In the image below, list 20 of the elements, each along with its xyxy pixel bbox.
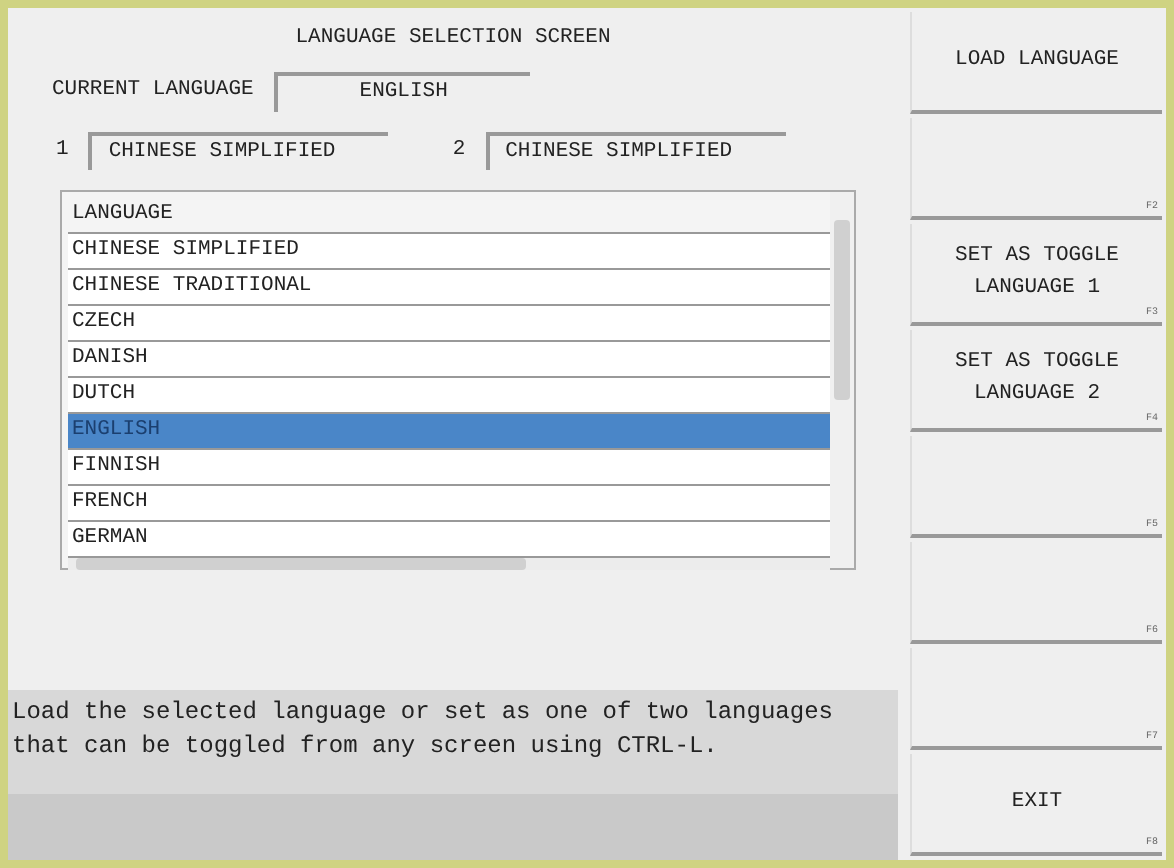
list-row[interactable]: CZECH xyxy=(68,306,830,343)
current-language-field: ENGLISH xyxy=(273,71,530,111)
screen-title: LANGUAGE SELECTION SCREEN xyxy=(295,26,611,50)
horizontal-scrollbar[interactable] xyxy=(68,558,830,571)
list-row[interactable]: DANISH xyxy=(68,342,830,379)
list-row[interactable]: CHINESE SIMPLIFIED xyxy=(68,234,830,271)
toggle-number: 1 xyxy=(56,135,69,165)
list-row[interactable]: FINNISH xyxy=(68,450,830,487)
function-key-button[interactable]: LOAD LANGUAGE xyxy=(910,12,1162,114)
list-row[interactable]: FRENCH xyxy=(68,486,830,523)
toggle-number: 2 xyxy=(452,135,466,165)
list-row[interactable]: GERMAN xyxy=(68,522,830,559)
vertical-scrollbar[interactable] xyxy=(830,192,854,569)
status-message: Load the selected language or set as one of two languages that can be toggled from any screen using CTRL-L. xyxy=(8,690,898,794)
toggle-language-field: CHINESE SIMPLIFIED xyxy=(88,131,389,171)
column-header: LANGUAGE xyxy=(68,198,830,235)
toggle-language-field: CHINESE SIMPLIFIED xyxy=(485,131,786,171)
field-label: CURRENT LANGUAGE xyxy=(52,75,254,106)
list-row[interactable]: DUTCH xyxy=(68,378,830,415)
list-row[interactable]: CHINESE TRADITIONAL xyxy=(68,270,830,307)
